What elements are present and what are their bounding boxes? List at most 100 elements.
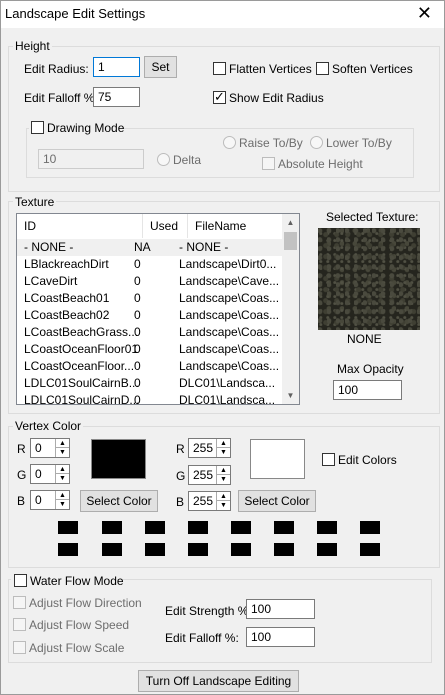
right-b-label: B [176,495,185,509]
row-filename: Landscape\Dirt0... [179,257,277,271]
texture-list-scrollbar[interactable]: ▲ ▼ [282,214,299,404]
row-filename: Landscape\Coas... [179,308,279,322]
table-row[interactable]: LCaveDirt 0 Landscape\Cave... [17,273,283,290]
spinner-value: 0 [35,467,42,481]
title-bar: Landscape Edit Settings ✕ [1,1,444,28]
right-select-color-button[interactable]: Select Color [238,490,316,512]
palette-swatch[interactable] [188,543,208,556]
chevron-down-icon[interactable]: ▼ [217,475,230,484]
chevron-down-icon[interactable]: ▼ [217,501,230,510]
spinner-arrows[interactable]: ▲ ▼ [216,439,230,457]
column-header-used[interactable]: Used [143,214,188,238]
adjust-flow-speed-checkbox[interactable] [13,618,26,631]
palette-swatch[interactable] [102,543,122,556]
palette-swatch[interactable] [317,521,337,534]
close-icon[interactable]: ✕ [417,3,432,23]
table-row[interactable]: LDLC01SoulCairnD... 0 DLC01\Landsca... [17,392,283,405]
table-row[interactable]: LCoastOceanFloor... 0 Landscape\Coas... [17,358,283,375]
water-edit-falloff-input[interactable]: 100 [246,627,315,647]
spinner-arrows[interactable]: ▲ ▼ [216,492,230,510]
left-select-color-button[interactable]: Select Color [80,490,158,512]
palette-swatch[interactable] [360,543,380,556]
palette-swatch[interactable] [145,521,165,534]
show-edit-radius-checkbox[interactable] [213,89,226,105]
scroll-down-icon[interactable]: ▼ [282,387,299,404]
spinner-arrows[interactable]: ▲ ▼ [55,491,69,509]
chevron-down-icon[interactable]: ▼ [217,448,230,457]
edit-colors-label: Edit Colors [338,453,397,467]
right-b-spinner[interactable]: 255 ▲ ▼ [188,491,231,511]
palette-swatch[interactable] [274,521,294,534]
palette-swatch[interactable] [231,521,251,534]
left-g-spinner[interactable]: 0 ▲ ▼ [30,464,70,484]
chevron-up-icon[interactable]: ▲ [217,439,230,448]
texture-list[interactable]: ID Used FileName - NONE - NA - NONE - LB… [16,213,300,405]
drawing-value-input[interactable]: 10 [38,149,144,169]
row-id: LCoastOceanFloor... [24,359,135,373]
palette-swatch[interactable] [145,543,165,556]
chevron-up-icon[interactable]: ▲ [217,466,230,475]
adjust-flow-direction-checkbox[interactable] [13,596,26,609]
edit-falloff-input[interactable]: 75 [93,87,140,107]
right-color-swatch[interactable] [250,439,305,479]
palette-swatch[interactable] [102,521,122,534]
row-filename: DLC01\Landsca... [179,376,276,390]
table-row[interactable]: LBlackreachDirt 0 Landscape\Dirt0... [17,256,283,273]
soften-vertices-checkbox[interactable] [316,62,329,75]
spinner-arrows[interactable]: ▲ ▼ [55,439,69,457]
edit-colors-checkbox[interactable] [322,453,335,466]
column-header-id[interactable]: ID [17,214,143,238]
max-opacity-input[interactable]: 100 [333,380,402,400]
delta-label: Delta [173,153,202,167]
flatten-vertices-checkbox[interactable] [213,62,226,75]
chevron-down-icon[interactable]: ▼ [56,500,69,509]
set-button[interactable]: Set [144,56,177,78]
column-header-filename[interactable]: FileName [188,214,284,238]
table-row[interactable]: LDLC01SoulCairnB... 0 DLC01\Landsca... [17,375,283,392]
delta-radio[interactable] [157,153,170,166]
table-row[interactable]: LCoastBeachGrass... 0 Landscape\Coas... [17,324,283,341]
chevron-up-icon[interactable]: ▲ [217,492,230,501]
palette-swatch[interactable] [188,521,208,534]
right-g-spinner[interactable]: 255 ▲ ▼ [188,465,231,485]
absolute-height-checkbox[interactable] [262,157,275,170]
palette-swatch[interactable] [274,543,294,556]
chevron-down-icon[interactable]: ▼ [56,474,69,483]
chevron-up-icon[interactable]: ▲ [56,491,69,500]
palette-swatch[interactable] [360,521,380,534]
table-row[interactable]: LCoastBeach01 0 Landscape\Coas... [17,290,283,307]
row-used: 0 [134,274,141,288]
edit-strength-input[interactable]: 100 [246,599,315,619]
palette-swatch[interactable] [58,543,78,556]
table-row[interactable]: LCoastBeach02 0 Landscape\Coas... [17,307,283,324]
flatten-vertices-label: Flatten Vertices [229,62,312,76]
table-row[interactable]: LCoastOceanFloor01 0 Landscape\Coas... [17,341,283,358]
table-row[interactable]: - NONE - NA - NONE - [17,239,283,256]
right-r-spinner[interactable]: 255 ▲ ▼ [188,438,231,458]
chevron-up-icon[interactable]: ▲ [56,439,69,448]
scrollbar-thumb[interactable] [284,232,297,250]
row-used: 0 [134,393,141,405]
chevron-down-icon[interactable]: ▼ [56,448,69,457]
edit-radius-input[interactable]: 1 [93,57,140,77]
lower-to-by-radio[interactable] [310,136,323,149]
adjust-flow-scale-checkbox[interactable] [13,641,26,654]
left-color-swatch[interactable] [91,439,146,479]
scroll-up-icon[interactable]: ▲ [282,214,299,231]
palette-swatch[interactable] [231,543,251,556]
left-b-spinner[interactable]: 0 ▲ ▼ [30,490,70,510]
palette-swatch[interactable] [317,543,337,556]
left-r-spinner[interactable]: 0 ▲ ▼ [30,438,70,458]
water-flow-mode-checkbox[interactable] [14,574,27,587]
spinner-arrows[interactable]: ▲ ▼ [55,465,69,483]
palette-swatch[interactable] [58,521,78,534]
raise-to-by-radio[interactable] [223,136,236,149]
chevron-up-icon[interactable]: ▲ [56,465,69,474]
row-filename: Landscape\Cave... [179,274,279,288]
turn-off-landscape-editing-button[interactable]: Turn Off Landscape Editing [138,670,299,692]
left-g-label: G [17,468,27,482]
landscape-edit-settings-window: Landscape Edit Settings ✕ Height Edit Ra… [0,0,445,695]
absolute-height-label: Absolute Height [278,157,363,171]
drawing-mode-checkbox[interactable] [31,121,44,134]
spinner-arrows[interactable]: ▲ ▼ [216,466,230,484]
